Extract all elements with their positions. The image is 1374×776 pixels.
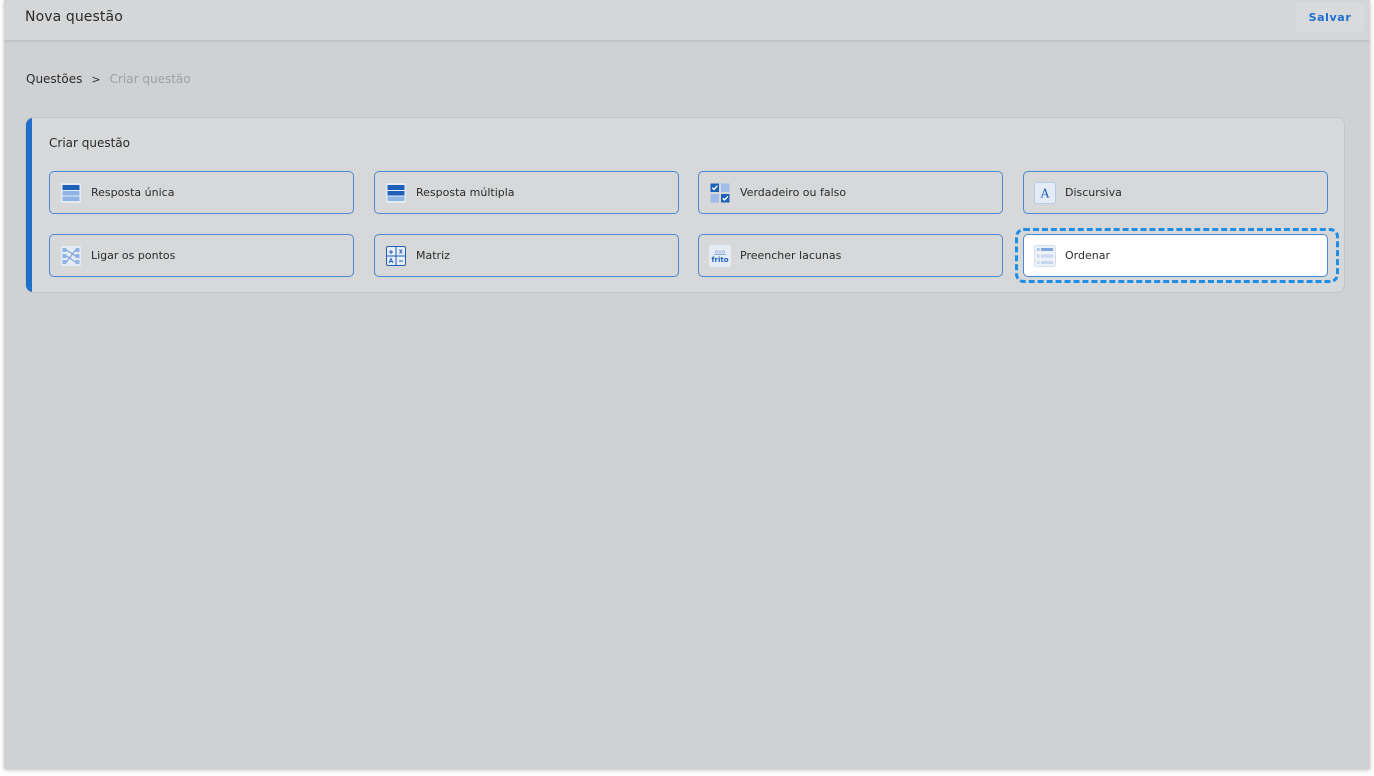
discursive-icon: A: [1034, 181, 1056, 204]
connect-dots-icon: [60, 245, 82, 267]
option-label: Verdadeiro ou falso: [740, 186, 847, 199]
page-title: Nova questão: [25, 9, 123, 25]
option-ordenar[interactable]: Ordenar: [1023, 234, 1328, 277]
true-false-icon: [709, 182, 731, 204]
option-ligar-os-pontos[interactable]: Ligar os pontos: [49, 234, 354, 277]
option-label: Ordenar: [1065, 249, 1110, 262]
panel-title: Criar questão: [49, 136, 131, 150]
option-label: Matriz: [416, 249, 450, 262]
fill-blanks-icon: ovo frito: [709, 244, 731, 267]
option-label: Discursiva: [1065, 186, 1122, 199]
top-bar: Nova questão Salvar: [4, 0, 1370, 40]
option-resposta-unica[interactable]: Resposta única: [49, 171, 354, 214]
fill-blanks-icon-bottom-text: frito: [711, 256, 728, 264]
option-label: Resposta única: [91, 186, 175, 199]
breadcrumb-separator: >: [91, 72, 101, 86]
option-label: Preencher lacunas: [740, 249, 842, 262]
option-matriz[interactable]: Matriz: [374, 234, 679, 277]
breadcrumb-root-link[interactable]: Questões: [26, 72, 82, 86]
save-button[interactable]: Salvar: [1296, 2, 1364, 32]
breadcrumb: Questões > Criar questão: [26, 72, 191, 86]
discursive-icon-letter: A: [1040, 186, 1050, 200]
option-resposta-multipla[interactable]: Resposta múltipla: [374, 171, 679, 214]
ordering-icon: [1034, 244, 1056, 267]
panel-accent-bar: [26, 118, 32, 292]
option-preencher-lacunas[interactable]: ovo frito Preencher lacunas: [698, 234, 1003, 277]
option-discursiva[interactable]: A Discursiva: [1023, 171, 1328, 214]
option-label: Ligar os pontos: [91, 249, 176, 262]
app-window: Nova questão Salvar Questões > Criar que…: [4, 0, 1370, 769]
multiple-answer-icon: [385, 182, 407, 204]
option-label: Resposta múltipla: [416, 186, 515, 199]
single-answer-icon: [60, 182, 82, 204]
breadcrumb-current: Criar questão: [109, 72, 191, 86]
create-question-panel: Criar questão Resposta única Resposta mú…: [25, 117, 1345, 293]
matrix-icon: [385, 245, 407, 267]
option-verdadeiro-ou-falso[interactable]: Verdadeiro ou falso: [698, 171, 1003, 214]
